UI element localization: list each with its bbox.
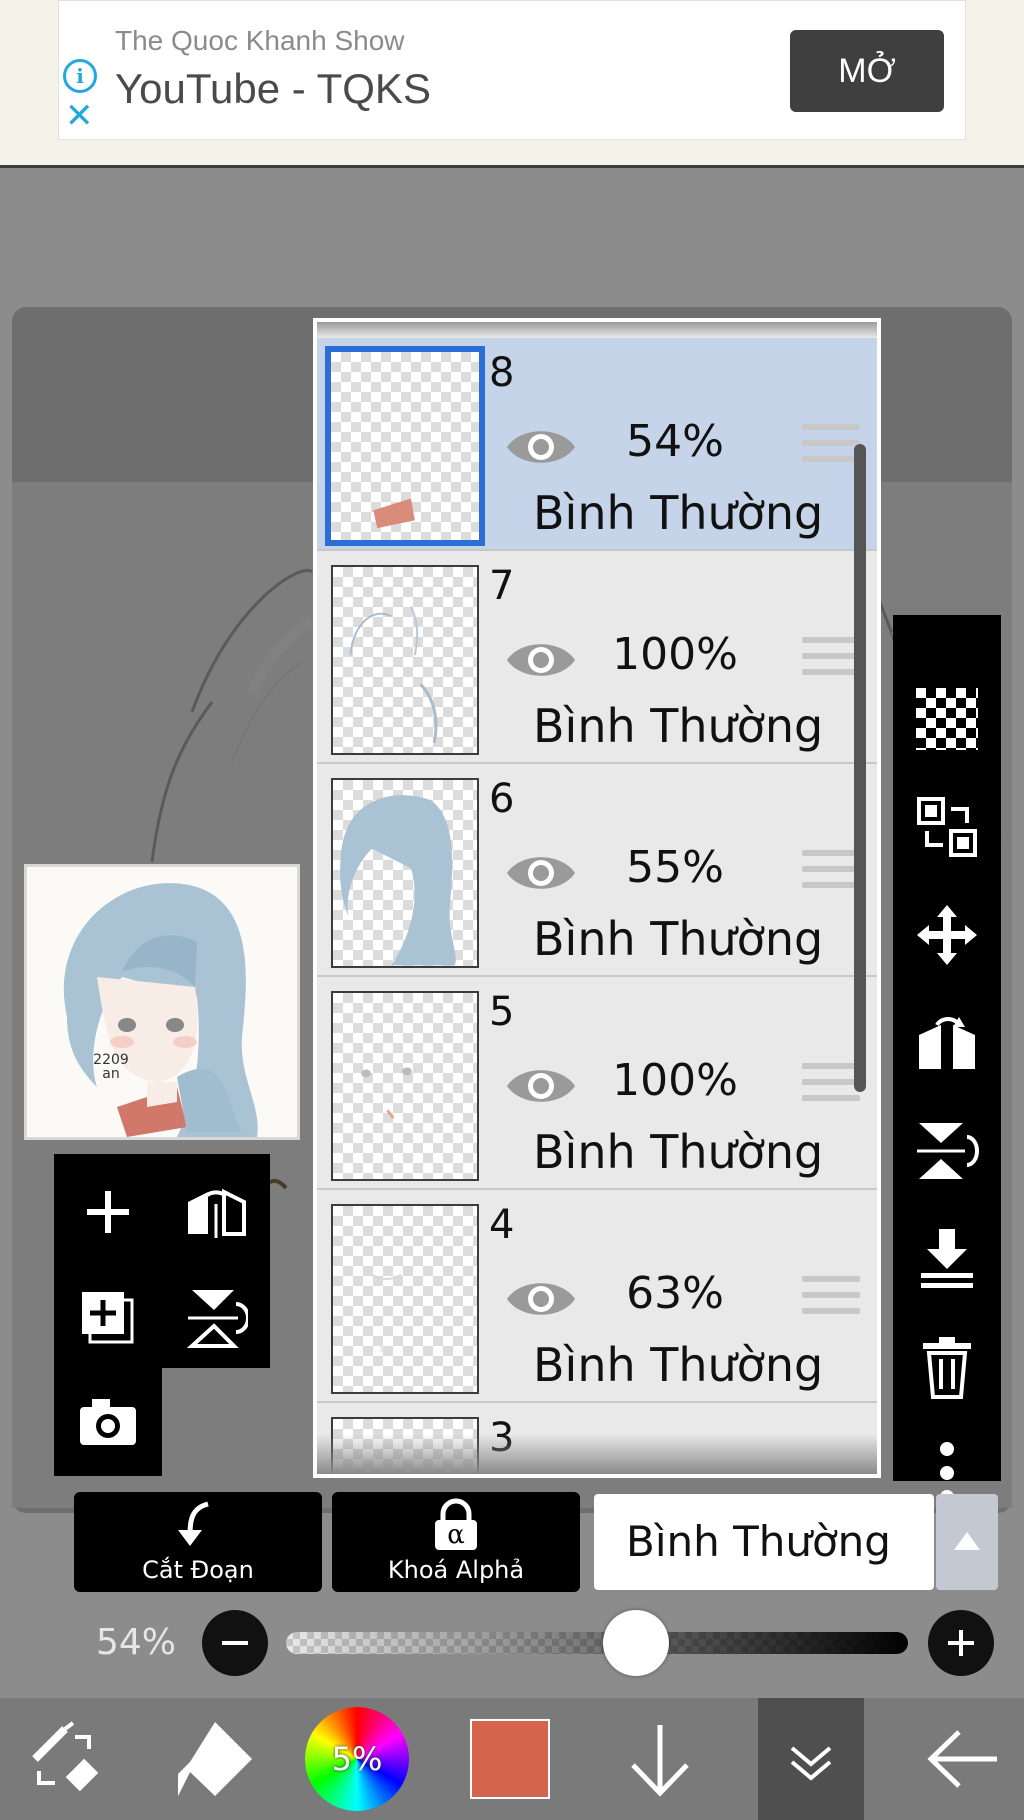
layer-number: 4 <box>489 1202 515 1248</box>
eye-icon[interactable] <box>503 848 579 898</box>
opacity-increase-button[interactable] <box>928 1610 994 1676</box>
color-wheel-button[interactable]: 5% <box>302 1698 412 1820</box>
layer-blend-mode: Bình Thường <box>533 699 824 753</box>
layer-thumbnail[interactable] <box>331 565 479 755</box>
opacity-value: 54% <box>96 1622 177 1663</box>
eye-icon[interactable] <box>503 1274 579 1324</box>
flip-horizontal-icon[interactable] <box>170 1166 262 1258</box>
ad-title: YouTube - TQKS <box>115 65 431 112</box>
eye-icon[interactable] <box>503 422 579 472</box>
layer-opacity: 54% <box>626 416 724 467</box>
layer-row[interactable]: 4 63% Bình Thường <box>317 1190 877 1403</box>
arrow-left-icon[interactable] <box>910 1698 1016 1820</box>
layer-thumbnail[interactable] <box>331 778 479 968</box>
alpha-glyph: α <box>447 1520 465 1550</box>
chevron-double-down-icon[interactable] <box>758 1698 864 1820</box>
layer-thumbnail[interactable] <box>325 346 485 546</box>
triangle-up-icon <box>954 1532 980 1550</box>
clipping-label: Cắt Đoạn <box>142 1556 254 1584</box>
flip-vertical-icon[interactable] <box>893 1101 1001 1201</box>
layer-blend-mode: Bình Thường <box>533 912 824 966</box>
flip-horizontal-icon[interactable] <box>893 993 1001 1093</box>
ad-info-icon[interactable]: i <box>63 59 97 93</box>
color-wheel-label: 5% <box>331 1740 383 1778</box>
transparent-bg-icon[interactable] <box>893 669 1001 769</box>
opacity-slider-handle[interactable] <box>603 1610 669 1676</box>
layer-number: 7 <box>489 563 515 609</box>
clipping-button[interactable]: Cắt Đoạn <box>74 1492 322 1592</box>
preview-signature: 2209 an <box>93 1052 129 1082</box>
camera-icon[interactable] <box>62 1376 154 1468</box>
layer-number: 6 <box>489 776 515 822</box>
drag-handle-icon[interactable] <box>802 850 860 894</box>
alpha-lock-button[interactable]: α Khoá Alphả <box>332 1492 580 1592</box>
drag-handle-icon[interactable] <box>802 637 860 681</box>
opacity-slider[interactable] <box>286 1632 908 1654</box>
merge-down-icon[interactable] <box>893 1209 1001 1309</box>
trash-icon[interactable] <box>893 1317 1001 1417</box>
add-layer-icon[interactable] <box>62 1166 154 1258</box>
layer-blend-mode: Bình Thường <box>533 1125 824 1179</box>
ad-close-icon[interactable]: ✕ <box>65 99 94 133</box>
color-swatch-button[interactable] <box>460 1698 560 1820</box>
layer-thumbnail[interactable] <box>331 1204 479 1394</box>
layer-opacity: 55% <box>626 842 724 893</box>
minus-icon <box>222 1641 248 1645</box>
blend-mode-dropdown-button[interactable] <box>936 1494 998 1590</box>
layer-blend-mode: Bình Thường <box>533 1338 824 1392</box>
layer-opacity: 63% <box>626 1268 724 1319</box>
blend-mode-select[interactable]: Bình Thường <box>594 1494 934 1590</box>
fill-shape-icon[interactable] <box>160 1698 270 1820</box>
layer-row[interactable]: 6 55% Bình Thường <box>317 764 877 977</box>
right-toolbar <box>893 615 1001 1504</box>
list-fade-top <box>317 322 877 338</box>
layer-row[interactable]: 8 54% Bình Thường <box>317 338 877 551</box>
layers-panel[interactable]: 3463%Bình Thường5100%Bình Thường655%Bình… <box>313 318 881 1478</box>
ad-subtitle: The Quoc Khanh Show <box>115 25 405 56</box>
ad-banner: i ✕ The Quoc Khanh Show YouTube - TQKS M… <box>0 0 1024 168</box>
eye-icon[interactable] <box>503 635 579 685</box>
layers-list[interactable]: 3463%Bình Thường5100%Bình Thường655%Bình… <box>317 322 877 1474</box>
layer-number: 8 <box>489 350 515 396</box>
alpha-lock-label: Khoá Alphả <box>387 1556 525 1584</box>
layer-number: 5 <box>489 989 515 1035</box>
current-color-swatch <box>470 1719 550 1799</box>
duplicate-layer-icon[interactable] <box>62 1272 154 1364</box>
drag-handle-icon[interactable] <box>802 424 860 468</box>
brush-eraser-swap-icon[interactable] <box>10 1698 120 1820</box>
layer-thumbnail[interactable] <box>331 991 479 1181</box>
move-icon[interactable] <box>893 885 1001 985</box>
swap-layer-icon[interactable] <box>893 777 1001 877</box>
layer-opacity: 100% <box>612 629 738 680</box>
canvas-preview[interactable]: 2209 an <box>24 864 300 1140</box>
layer-opacity: 100% <box>612 1055 738 1106</box>
layer-row[interactable]: 5 100% Bình Thường <box>317 977 877 1190</box>
preview-artwork <box>27 867 297 1137</box>
layers-scrollbar[interactable] <box>854 444 866 1092</box>
eye-icon[interactable] <box>503 1061 579 1111</box>
arrow-down-icon[interactable] <box>610 1698 710 1820</box>
drag-handle-icon[interactable] <box>802 1276 860 1320</box>
opacity-decrease-button[interactable] <box>202 1610 268 1676</box>
ad-card[interactable]: i ✕ The Quoc Khanh Show YouTube - TQKS M… <box>58 0 966 140</box>
layer-row[interactable]: 7 100% Bình Thường <box>317 551 877 764</box>
flip-vertical-icon[interactable] <box>170 1272 262 1364</box>
layer-blend-mode: Bình Thường <box>533 486 824 540</box>
list-fade-bottom <box>317 1434 877 1474</box>
ad-open-button[interactable]: MỞ <box>790 30 944 112</box>
clipping-icon <box>178 1501 209 1546</box>
drag-handle-icon[interactable] <box>802 1063 860 1107</box>
plus-icon <box>948 1630 974 1656</box>
